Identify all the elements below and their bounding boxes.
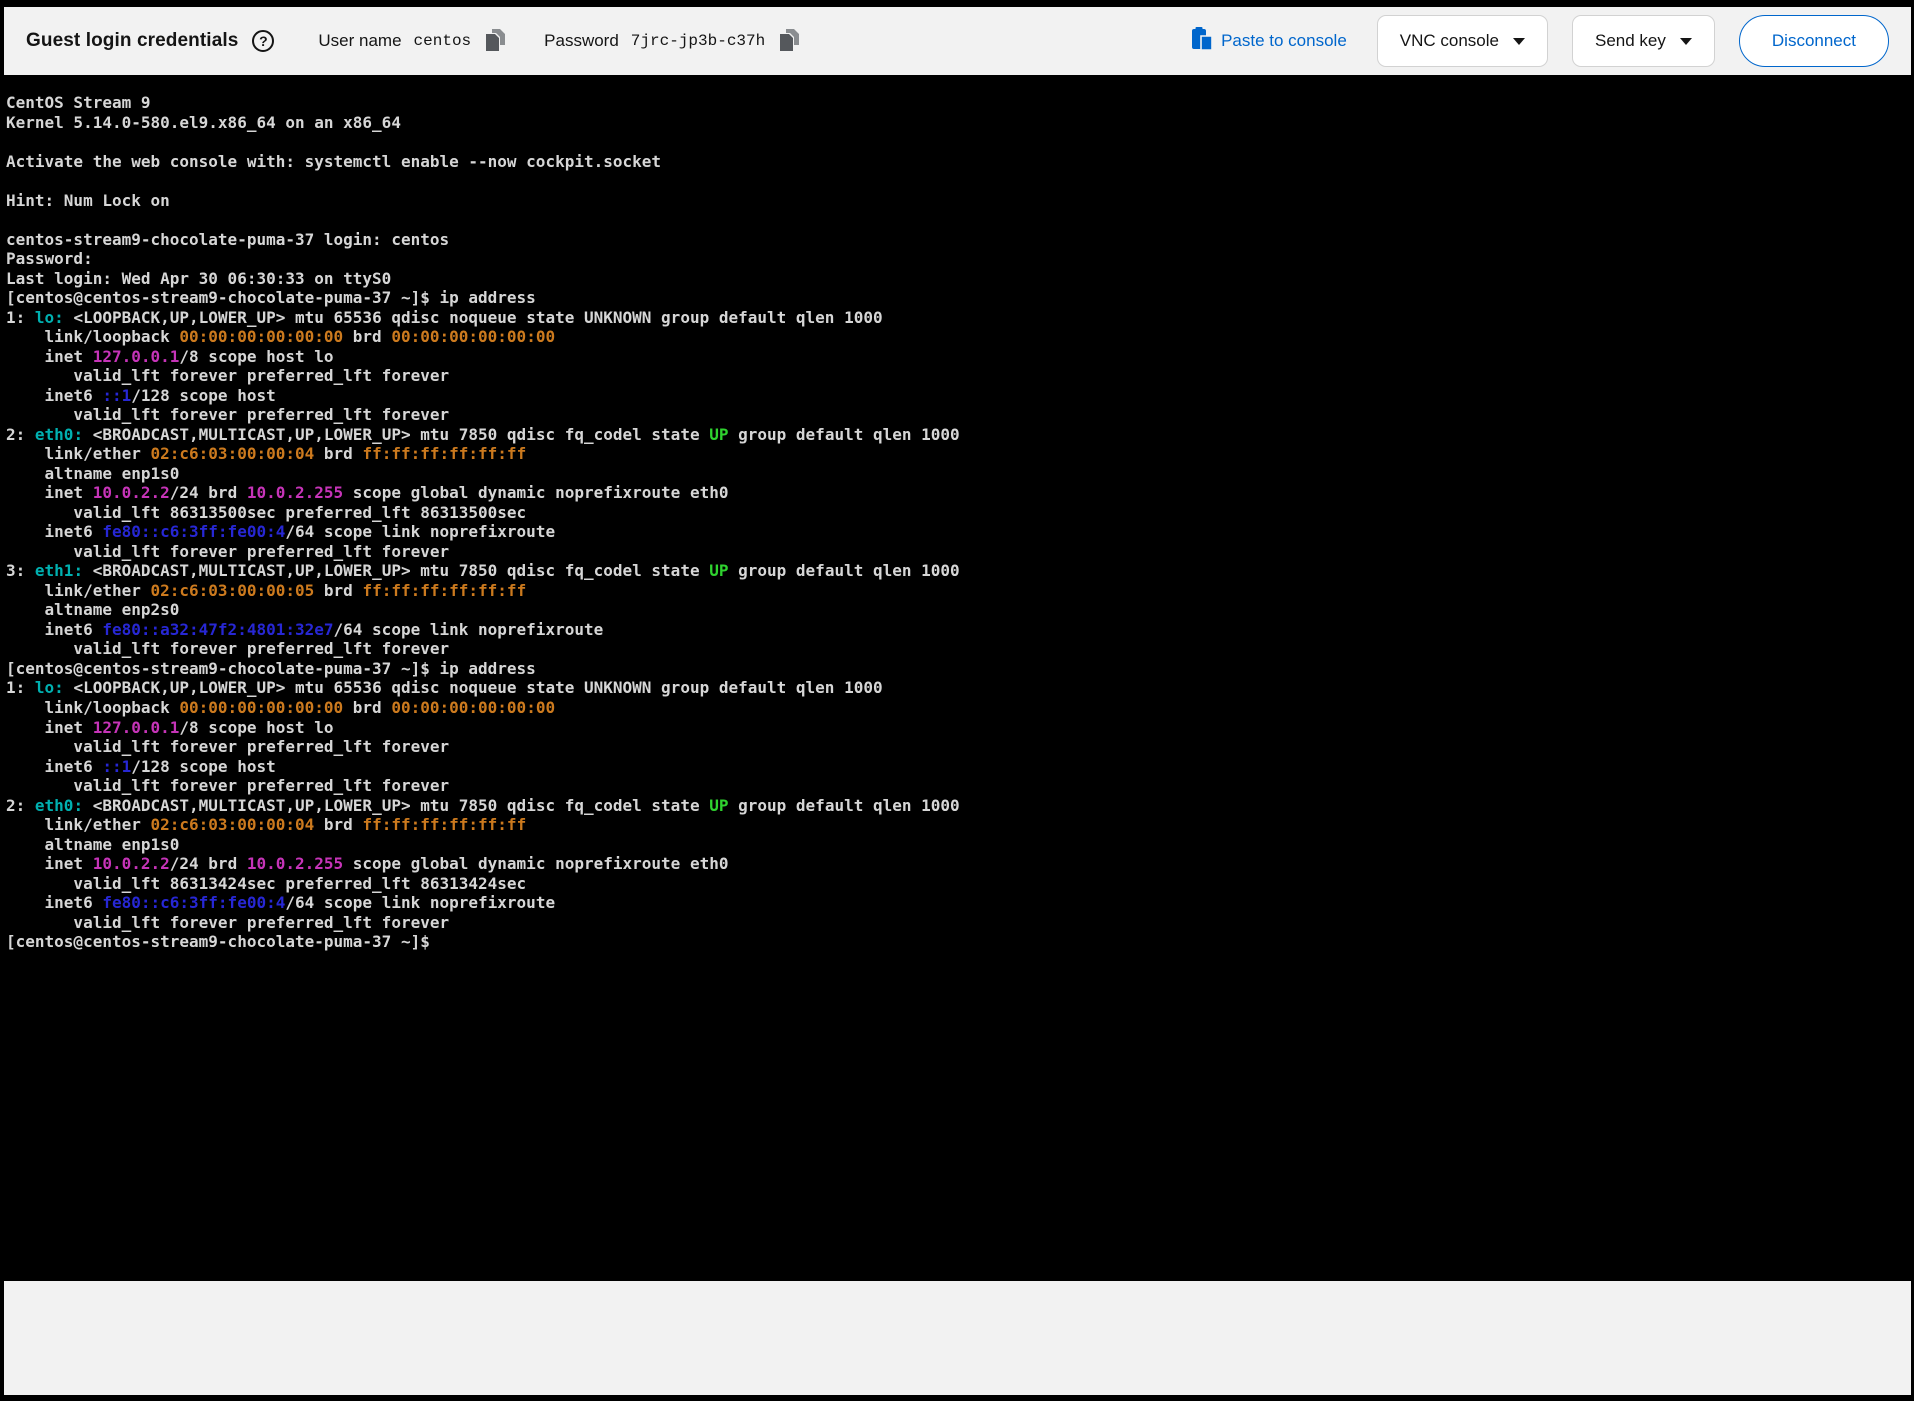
password-credential: Password 7jrc-jp3b-c37h [544,26,802,57]
terminal-line: Activate the web console with: systemctl… [6,151,662,171]
terminal-line: altname enp1s0 [6,834,180,854]
terminal-line: [centos@centos-stream9-chocolate-puma-37… [6,288,536,308]
password-value: 7jrc-jp3b-c37h [630,32,766,50]
terminal-line: valid_lft forever preferred_lft forever [6,912,450,932]
username-label: User name [318,31,402,50]
console-actions: Paste to console VNC console Send key Di… [1186,15,1889,67]
terminal-line: 1: lo: <LOOPBACK,UP,LOWER_UP> mtu 65536 … [6,678,883,698]
page-title: Guest login credentials [26,30,239,51]
terminal-line: valid_lft forever preferred_lft forever [6,366,450,386]
terminal-line: [centos@centos-stream9-chocolate-puma-37… [6,932,440,952]
paste-to-console-label: Paste to console [1221,31,1347,50]
disconnect-button[interactable]: Disconnect [1738,15,1889,67]
terminal-line: valid_lft forever preferred_lft forever [6,405,450,425]
chevron-down-icon [1679,37,1692,45]
terminal-line: inet 10.0.2.2/24 brd 10.0.2.255 scope gl… [6,483,729,503]
terminal-line: altname enp2s0 [6,600,180,620]
bottom-panel [4,1281,1911,1395]
terminal-line: Password: [6,249,93,269]
terminal-line: link/loopback 00:00:00:00:00:00 brd 00:0… [6,697,556,717]
terminal-line: link/ether 02:c6:03:00:00:05 brd ff:ff:f… [6,580,527,600]
terminal-line: Hint: Num Lock on [6,190,170,210]
terminal-line: inet 127.0.0.1/8 scope host lo [6,717,334,737]
username-value: centos [413,32,472,50]
terminal-line: valid_lft forever preferred_lft forever [6,639,450,659]
terminal-line: valid_lft forever preferred_lft forever [6,541,450,561]
console-header: Guest login credentials ? User name cent… [4,7,1911,75]
terminal-line: valid_lft forever preferred_lft forever [6,776,450,796]
vm-console-page: Guest login credentials ? User name cent… [0,0,1914,1401]
terminal-line: Kernel 5.14.0-580.el9.x86_64 on an x86_6… [6,112,401,132]
terminal-line: inet 10.0.2.2/24 brd 10.0.2.255 scope gl… [6,854,729,874]
terminal-line: valid_lft 86313500sec preferred_lft 8631… [6,502,527,522]
terminal-line: inet6 fe80::c6:3ff:fe00:4/64 scope link … [6,522,556,542]
password-label: Password [544,31,619,50]
paste-icon [1192,27,1213,55]
username-credential: User name centos [318,26,508,57]
terminal-line: link/loopback 00:00:00:00:00:00 brd 00:0… [6,327,556,347]
terminal-line: link/ether 02:c6:03:00:00:04 brd ff:ff:f… [6,444,527,464]
terminal-line: 2: eth0: <BROADCAST,MULTICAST,UP,LOWER_U… [6,424,960,444]
terminal-line: altname enp1s0 [6,463,180,483]
vnc-terminal[interactable]: CentOS Stream 9 Kernel 5.14.0-580.el9.x86… [0,75,1914,1281]
terminal-line: inet6 ::1/128 scope host [6,756,276,776]
terminal-line: inet 127.0.0.1/8 scope host lo [6,346,334,366]
copy-icon [779,28,800,55]
send-key-dropdown-label: Send key [1595,31,1666,50]
send-key-dropdown[interactable]: Send key [1572,15,1715,67]
terminal-line: link/ether 02:c6:03:00:00:04 brd ff:ff:f… [6,815,527,835]
terminal-line: [centos@centos-stream9-chocolate-puma-37… [6,658,536,678]
terminal-line: valid_lft 86313424sec preferred_lft 8631… [6,873,527,893]
question-circle-icon[interactable]: ? [252,30,275,52]
terminal-line: inet6 ::1/128 scope host [6,385,276,405]
terminal-line: Last login: Wed Apr 30 06:30:33 on ttyS0 [6,268,392,288]
terminal-line: 3: eth1: <BROADCAST,MULTICAST,UP,LOWER_U… [6,561,960,581]
chevron-down-icon [1513,37,1525,45]
terminal-output: CentOS Stream 9 Kernel 5.14.0-580.el9.x86… [6,93,1914,952]
terminal-line: inet6 fe80::c6:3ff:fe00:4/64 scope link … [6,893,556,913]
terminal-line: centos-stream9-chocolate-puma-37 login: … [6,229,450,249]
paste-to-console-button[interactable]: Paste to console [1186,26,1353,56]
terminal-line: inet6 fe80::a32:47f2:4801:32e7/64 scope … [6,619,604,639]
terminal-line: 2: eth0: <BROADCAST,MULTICAST,UP,LOWER_U… [6,795,960,815]
copy-password-button[interactable] [777,26,802,57]
terminal-line: CentOS Stream 9 [6,93,151,112]
vnc-console-dropdown[interactable]: VNC console [1376,15,1548,67]
terminal-line: 1: lo: <LOOPBACK,UP,LOWER_UP> mtu 65536 … [6,307,883,327]
vnc-console-dropdown-label: VNC console [1399,31,1499,50]
copy-username-button[interactable] [483,26,508,57]
terminal-line: valid_lft forever preferred_lft forever [6,737,450,757]
copy-icon [485,28,506,55]
